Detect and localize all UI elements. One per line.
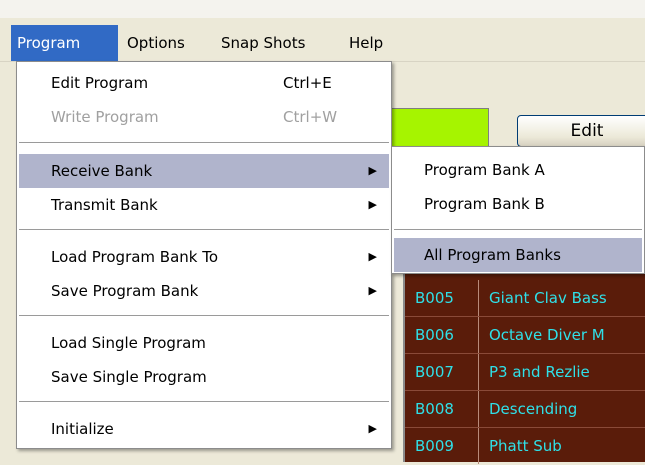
menu-item-load-single-program[interactable]: Load Single Program <box>19 326 389 360</box>
menu-item-label: Edit Program <box>51 74 149 92</box>
table-row[interactable]: B006 Octave Diver M <box>405 317 645 354</box>
menu-item-edit-program[interactable]: Edit Program Ctrl+E <box>19 66 389 100</box>
submenu-arrow-icon: ▶ <box>368 422 377 435</box>
color-swatch <box>384 108 489 148</box>
program-name: Phatt Sub <box>489 437 562 455</box>
program-number: B009 <box>405 428 479 464</box>
menu-item-label: Transmit Bank <box>51 196 158 214</box>
program-name: Descending <box>489 400 578 418</box>
table-row[interactable]: B008 Descending <box>405 391 645 428</box>
menu-item-label: Initialize <box>51 420 114 438</box>
menu-item-label: Load Single Program <box>51 334 206 352</box>
menu-item-all-program-banks[interactable]: All Program Banks <box>394 238 642 272</box>
menu-help[interactable]: Help <box>343 25 403 61</box>
menu-item-receive-bank[interactable]: Receive Bank ▶ <box>19 154 389 188</box>
menu-item-label: Save Single Program <box>51 368 207 386</box>
menubar: Program Options Snap Shots Help <box>0 25 645 62</box>
menu-item-label: Load Program Bank To <box>51 248 219 266</box>
menu-separator <box>19 229 389 230</box>
menu-item-save-single-program[interactable]: Save Single Program <box>19 360 389 394</box>
table-row[interactable]: B007 P3 and Rezlie <box>405 354 645 391</box>
submenu-arrow-icon: ▶ <box>368 198 377 211</box>
menu-item-shortcut: Ctrl+W <box>283 108 338 126</box>
submenu-arrow-icon: ▶ <box>368 250 377 263</box>
edit-button[interactable]: Edit <box>517 115 645 147</box>
program-name: Octave Diver M <box>489 326 605 344</box>
menu-item-write-program[interactable]: Write Program Ctrl+W <box>19 100 389 134</box>
receive-bank-submenu: Program Bank A Program Bank B All Progra… <box>391 146 645 274</box>
menu-item-label: Write Program <box>51 108 159 126</box>
menu-item-label: Receive Bank <box>51 162 153 180</box>
submenu-arrow-icon: ▶ <box>368 284 377 297</box>
menu-separator <box>19 315 389 316</box>
menu-item-shortcut: Ctrl+E <box>283 74 332 92</box>
program-number: B006 <box>405 317 479 353</box>
program-name: Giant Clav Bass <box>489 289 607 307</box>
program-number: B005 <box>405 280 479 316</box>
window-top-strip <box>0 0 645 18</box>
menu-snap-shots[interactable]: Snap Shots <box>215 25 339 61</box>
menu-item-label: All Program Banks <box>424 246 561 264</box>
program-number: B007 <box>405 354 479 390</box>
menu-item-program-bank-b[interactable]: Program Bank B <box>394 187 642 221</box>
menu-separator <box>394 229 642 230</box>
menu-separator <box>19 401 389 402</box>
table-row[interactable]: B005 Giant Clav Bass <box>405 280 645 317</box>
menu-program[interactable]: Program <box>11 25 118 61</box>
program-name: P3 and Rezlie <box>489 363 590 381</box>
menu-options[interactable]: Options <box>121 25 209 61</box>
menu-item-label: Save Program Bank <box>51 282 199 300</box>
submenu-arrow-icon: ▶ <box>368 164 377 177</box>
menu-item-initialize[interactable]: Initialize ▶ <box>19 412 389 446</box>
menu-item-save-program-bank[interactable]: Save Program Bank ▶ <box>19 274 389 308</box>
menu-item-load-program-bank-to[interactable]: Load Program Bank To ▶ <box>19 240 389 274</box>
menu-separator <box>19 142 389 143</box>
program-number: B008 <box>405 391 479 427</box>
menu-item-label: Program Bank B <box>424 195 545 213</box>
menu-item-program-bank-a[interactable]: Program Bank A <box>394 153 642 187</box>
program-menu: Edit Program Ctrl+E Write Program Ctrl+W… <box>16 61 392 449</box>
menu-item-label: Program Bank A <box>424 161 545 179</box>
table-row[interactable]: B009 Phatt Sub <box>405 428 645 465</box>
menu-item-transmit-bank[interactable]: Transmit Bank ▶ <box>19 188 389 222</box>
